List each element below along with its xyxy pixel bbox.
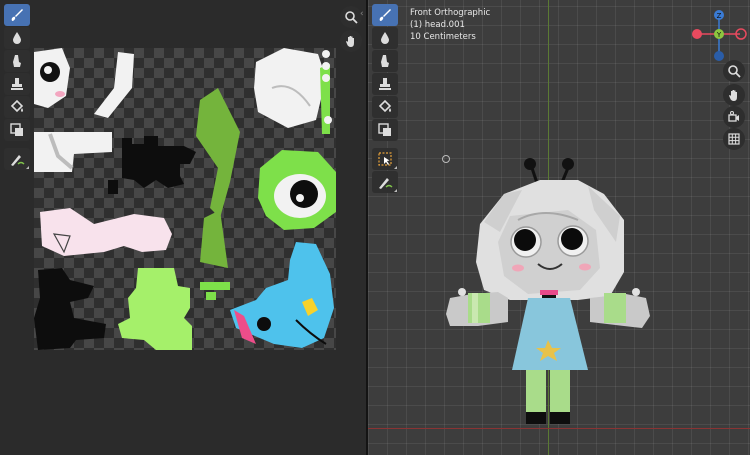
select-box-icon	[378, 152, 392, 166]
hand-icon	[729, 90, 737, 101]
paint-brush-icon	[379, 9, 391, 21]
uv-zoom-button[interactable]	[340, 6, 362, 28]
camera-icon	[728, 111, 739, 122]
grid-scale-label: 10 Centimeters	[410, 32, 476, 42]
vp-camera-button[interactable]	[723, 106, 745, 128]
gizmo-neg-z-axis[interactable]	[714, 51, 724, 61]
vp-select-box-tool[interactable]	[372, 148, 398, 170]
uv-toolbar	[4, 4, 32, 171]
vp-blur-tool[interactable]	[372, 27, 398, 49]
navigation-gizmo[interactable]: Z Y	[690, 8, 748, 66]
gizmo-z-label: Z	[717, 12, 722, 20]
viewport-info-overlay: Front Orthographic (1) head.001 10 Centi…	[410, 7, 490, 43]
magnifier-icon	[728, 65, 741, 78]
smear-finger-icon	[381, 55, 389, 67]
vp-annotate-tool[interactable]	[372, 171, 398, 193]
mask-icon	[10, 123, 23, 136]
mask-tool[interactable]	[4, 119, 30, 141]
uv-texture-canvas[interactable]	[34, 48, 336, 350]
mask-icon	[378, 123, 391, 136]
viewport-toolbar	[372, 4, 400, 194]
magnifier-icon	[345, 11, 358, 24]
uv-islands-texture	[34, 48, 336, 350]
stamp-icon	[11, 78, 23, 90]
smear-finger-icon	[13, 55, 21, 67]
drop-icon	[13, 32, 21, 44]
vp-paint-brush-tool[interactable]	[372, 4, 398, 26]
fill-tool[interactable]	[4, 96, 30, 118]
vp-clone-tool[interactable]	[372, 73, 398, 95]
paint-brush-icon	[11, 9, 23, 21]
vp-zoom-button[interactable]	[723, 60, 745, 82]
drop-icon	[381, 32, 389, 44]
vp-mask-tool[interactable]	[372, 119, 398, 141]
view-name-label: Front Orthographic	[410, 8, 491, 18]
stamp-icon	[379, 78, 391, 90]
annotate-pen-icon	[11, 155, 25, 166]
3d-viewport-pane[interactable]: Front Orthographic (1) head.001 10 Centi…	[368, 0, 750, 455]
vp-pan-button[interactable]	[723, 84, 745, 106]
clone-tool[interactable]	[4, 73, 30, 95]
gizmo-y-label: Y	[716, 31, 722, 39]
vp-smear-tool[interactable]	[372, 50, 398, 72]
uv-editor-pane[interactable]: ‹	[0, 0, 366, 455]
collapse-arrow-icon[interactable]: ‹	[360, 9, 364, 19]
character-model[interactable]	[428, 150, 668, 430]
gizmo-x-axis[interactable]	[692, 29, 702, 39]
vp-grid-button[interactable]	[723, 128, 745, 150]
blur-tool[interactable]	[4, 27, 30, 49]
paint-brush-tool[interactable]	[4, 4, 30, 26]
hand-icon	[346, 36, 354, 47]
annotate-tool[interactable]	[4, 148, 30, 170]
active-object-label: (1) head.001	[410, 20, 465, 30]
uv-pan-button[interactable]	[340, 30, 362, 52]
paint-bucket-icon	[10, 99, 24, 113]
paint-bucket-icon	[378, 99, 392, 113]
annotate-pen-icon	[379, 178, 393, 189]
grid-icon	[728, 133, 740, 145]
vp-fill-tool[interactable]	[372, 96, 398, 118]
smear-tool[interactable]	[4, 50, 30, 72]
